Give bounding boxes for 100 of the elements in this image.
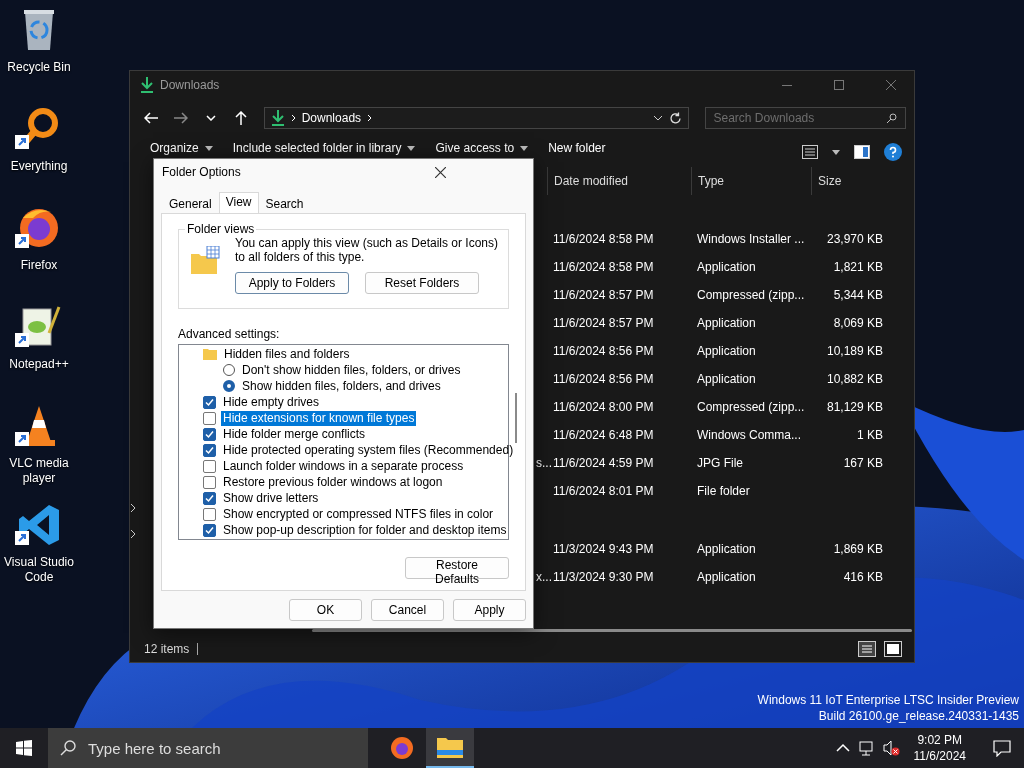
table-cell-text: 11/6/2024 8:56 PM xyxy=(552,372,655,386)
group-box-label: Folder views xyxy=(185,222,257,236)
caret-down-icon xyxy=(832,149,840,155)
action-button[interactable]: Reset Folders xyxy=(365,272,479,294)
large-icons-view-icon[interactable] xyxy=(884,641,902,657)
chevron-down-icon xyxy=(205,115,216,121)
breadcrumb[interactable]: Downloads xyxy=(301,111,362,125)
preview-pane-icon[interactable] xyxy=(854,145,870,159)
clock[interactable]: 9:02 PM 11/6/2024 xyxy=(905,732,974,764)
recycle-bin-icon xyxy=(24,10,54,50)
table-cell-text: 8,069 KB xyxy=(832,316,884,330)
dialog-button[interactable]: Cancel xyxy=(371,599,444,621)
table-cell-text: Application xyxy=(696,570,757,584)
column-header[interactable]: Date modified xyxy=(547,167,691,195)
download-icon xyxy=(270,110,285,126)
checkbox[interactable] xyxy=(203,443,216,457)
column-header[interactable]: Size xyxy=(811,167,891,195)
table-cell-text: 11/6/2024 6:48 PM xyxy=(552,428,655,442)
dialog-button[interactable]: Apply xyxy=(453,599,526,621)
table-cell-text: 11/6/2024 8:57 PM xyxy=(552,316,655,330)
checkbox[interactable] xyxy=(203,459,216,473)
dialog-button[interactable]: OK xyxy=(289,599,362,621)
table-cell-text: Windows Comma... xyxy=(696,428,803,442)
search-icon xyxy=(886,112,897,124)
checkbox[interactable] xyxy=(203,507,216,521)
checkbox[interactable] xyxy=(203,523,216,537)
checkbox[interactable] xyxy=(203,491,216,505)
setting-item[interactable]: Hide protected operating system files (Recommended) xyxy=(221,442,516,458)
table-cell-text: Compressed (zipp... xyxy=(696,400,806,414)
status-text: 12 items xyxy=(144,643,199,655)
arrow-up-icon xyxy=(234,111,247,125)
scrollbar-thumb[interactable] xyxy=(312,629,912,632)
table-cell-text: 10,882 KB xyxy=(825,372,884,386)
table-cell-text: Compressed (zipp... xyxy=(696,288,806,302)
table-cell-text: Application xyxy=(696,260,757,274)
table-cell-text: 416 KB xyxy=(842,570,884,584)
chevron-right-icon xyxy=(290,114,296,122)
table-cell-text: 167 KB xyxy=(842,456,884,470)
table-cell-text: Windows Installer ... xyxy=(696,232,806,246)
code-editor-icon xyxy=(19,505,59,545)
chevron-down-icon[interactable] xyxy=(652,115,663,121)
toolbar-button[interactable]: Give access to xyxy=(425,141,539,155)
network-icon[interactable] xyxy=(857,739,876,757)
chevron-right-icon xyxy=(367,114,373,122)
table-cell-text: Application xyxy=(696,542,757,556)
speaker-muted-icon[interactable] xyxy=(881,739,900,757)
table-cell-text: 11/6/2024 8:01 PM xyxy=(552,484,655,498)
setting-item[interactable]: Hide folder merge conflicts xyxy=(221,426,368,442)
setting-item[interactable]: Hidden files and folders xyxy=(222,346,352,362)
column-header[interactable]: Type xyxy=(691,167,811,195)
description-text: You can apply this view (such as Details or Icons) to all folders of this type. xyxy=(235,236,498,264)
checkbox[interactable] xyxy=(203,395,216,409)
setting-item[interactable]: Hide empty drives xyxy=(221,394,322,410)
folder-icon xyxy=(203,348,217,360)
checkbox[interactable] xyxy=(203,475,216,489)
watermark-text: Windows 11 IoT Enterprise LTSC Insider Preview xyxy=(757,692,1019,708)
toolbar-button[interactable]: Organize xyxy=(140,141,223,155)
table-cell-text: 10,189 KB xyxy=(825,344,884,358)
desktop-icon-label: Notepad++ xyxy=(9,357,69,372)
help-icon[interactable] xyxy=(884,143,902,161)
table-cell-text: 11/6/2024 8:58 PM xyxy=(552,260,655,274)
checkbox[interactable] xyxy=(203,411,216,425)
tab[interactable]: Search xyxy=(258,194,311,213)
taskbar-search-field[interactable]: Type here to search xyxy=(48,728,368,768)
refresh-icon[interactable] xyxy=(668,111,682,125)
desktop-icon-label: VLC media player xyxy=(8,456,70,486)
table-cell-text: Application xyxy=(696,344,757,358)
chevron-right-icon[interactable] xyxy=(130,503,136,513)
table-cell-text: 1,869 KB xyxy=(832,542,884,556)
setting-item[interactable]: Show drive letters xyxy=(221,490,321,506)
arrow-left-icon xyxy=(143,112,158,124)
checkbox[interactable] xyxy=(203,427,216,441)
action-button[interactable]: Apply to Folders xyxy=(235,272,349,294)
scrollbar-thumb[interactable] xyxy=(515,393,518,443)
close-icon xyxy=(886,80,896,90)
table-cell-text: File folder xyxy=(696,484,751,498)
close-icon xyxy=(434,166,446,178)
setting-item[interactable]: Show encrypted or compressed NTFS files in color xyxy=(221,506,496,522)
address-bar[interactable]: Downloads xyxy=(263,107,689,129)
toolbar-button[interactable]: New folder xyxy=(538,141,616,155)
setting-item[interactable]: Show hidden files, folders, and drives xyxy=(240,378,443,394)
setting-item[interactable]: Launch folder windows in a separate process xyxy=(221,458,466,474)
toolbar-button[interactable]: Include selected folder in library xyxy=(222,141,426,155)
table-cell: x... xyxy=(536,570,552,584)
setting-item[interactable]: Don't show hidden files, folders, or drives xyxy=(240,362,463,378)
taskbar-app-button[interactable] xyxy=(426,728,474,768)
folder-grid-icon xyxy=(191,246,221,274)
chevron-right-icon[interactable] xyxy=(130,529,136,539)
browser-icon xyxy=(20,209,58,247)
setting-item[interactable]: Show pop-up description for folder and desktop items xyxy=(221,522,509,538)
setting-item[interactable]: Restore previous folder windows at logon xyxy=(221,474,445,490)
arrow-right-icon xyxy=(173,112,188,124)
radio-button[interactable] xyxy=(223,364,235,376)
setting-item[interactable]: Hide extensions for known file types xyxy=(221,410,417,426)
tab[interactable]: General xyxy=(162,194,219,213)
view-list-icon[interactable] xyxy=(802,145,818,159)
details-view-icon[interactable] xyxy=(858,641,876,657)
tab[interactable]: View xyxy=(218,192,259,213)
radio-button[interactable] xyxy=(223,380,235,392)
table-cell-text: 11/6/2024 8:00 PM xyxy=(552,400,655,414)
